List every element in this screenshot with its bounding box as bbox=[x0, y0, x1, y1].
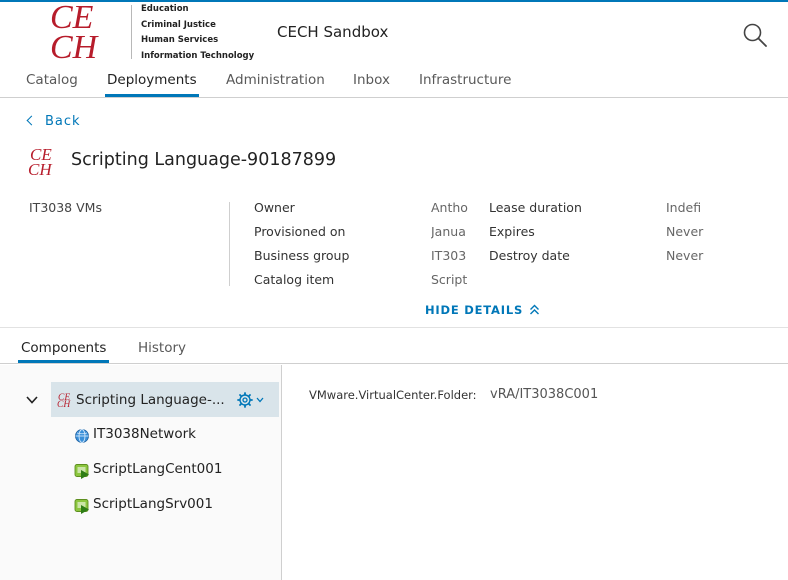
detail-value-destroy-date: Never bbox=[666, 248, 704, 263]
component-tabs: Components History bbox=[0, 328, 788, 364]
nav-tab-infrastructure[interactable]: Infrastructure bbox=[419, 72, 511, 88]
main-nav: Catalog Deployments Administration Inbox… bbox=[0, 62, 788, 98]
detail-label-lease-duration: Lease duration bbox=[489, 200, 582, 215]
chevron-left-icon bbox=[26, 115, 37, 126]
cech-logo[interactable]: CE CH bbox=[48, 2, 132, 60]
property-label: VMware.VirtualCenter.Folder: bbox=[309, 388, 477, 402]
detail-label-destroy-date: Destroy date bbox=[489, 248, 570, 263]
detail-value-expires: Never bbox=[666, 224, 704, 239]
vm-icon bbox=[74, 464, 89, 479]
vm-icon bbox=[74, 499, 89, 514]
gear-icon[interactable] bbox=[237, 392, 267, 408]
chevron-down-icon[interactable] bbox=[25, 395, 39, 405]
nav-tab-deployments[interactable]: Deployments bbox=[107, 72, 197, 88]
tab-history[interactable]: History bbox=[138, 340, 186, 356]
back-label: Back bbox=[45, 114, 81, 129]
logo-line: Education bbox=[141, 4, 189, 14]
nav-tab-administration[interactable]: Administration bbox=[226, 72, 325, 88]
detail-label-provisioned-on: Provisioned on bbox=[254, 224, 346, 239]
cech-logo-icon: CE CH bbox=[28, 146, 53, 176]
nav-tab-inbox[interactable]: Inbox bbox=[353, 72, 390, 88]
detail-value-business-group: IT303 bbox=[431, 248, 467, 263]
cech-logo-icon: CE CH bbox=[57, 393, 71, 407]
app-header: CE CH Education Criminal Justice Human S… bbox=[0, 2, 788, 62]
detail-value-owner: Antho bbox=[431, 200, 468, 215]
app-title: CECH Sandbox bbox=[277, 23, 389, 41]
detail-value-lease-duration: Indefi bbox=[666, 200, 702, 215]
nav-active-indicator bbox=[105, 94, 199, 97]
svg-text:CH: CH bbox=[57, 400, 71, 407]
tree-node-root-label[interactable]: Scripting Language-... bbox=[76, 392, 225, 408]
svg-text:CH: CH bbox=[50, 29, 100, 60]
subtab-active-indicator bbox=[18, 360, 109, 363]
detail-value-catalog-item: Script bbox=[431, 272, 468, 287]
tree-node-network-label: IT3038Network bbox=[93, 426, 196, 442]
hide-details-button[interactable]: HIDE DETAILS bbox=[425, 303, 540, 317]
detail-label-business-group: Business group bbox=[254, 248, 350, 263]
logo-text-lines: Education Criminal Justice Human Service… bbox=[141, 2, 254, 64]
logo-line: Criminal Justice bbox=[141, 19, 216, 30]
nav-tab-catalog[interactable]: Catalog bbox=[26, 72, 78, 88]
detail-label-expires: Expires bbox=[489, 224, 535, 239]
double-chevron-up-icon bbox=[530, 304, 540, 315]
page-title: Scripting Language-90187899 bbox=[71, 150, 337, 170]
details-divider bbox=[229, 202, 230, 286]
logo-line: Human Services bbox=[141, 35, 219, 45]
network-globe-icon bbox=[75, 429, 89, 443]
tab-components[interactable]: Components bbox=[21, 340, 106, 356]
hide-details-label: HIDE DETAILS bbox=[425, 303, 524, 317]
tree-node-vm-label: ScriptLangSrv001 bbox=[93, 496, 213, 512]
tree-node-vm-label: ScriptLangCent001 bbox=[93, 461, 223, 477]
svg-text:CH: CH bbox=[28, 160, 53, 176]
property-value: vRA/IT3038C001 bbox=[490, 387, 599, 402]
detail-value-provisioned-on: Janua bbox=[431, 224, 466, 239]
detail-label-owner: Owner bbox=[254, 200, 295, 215]
deployment-description: IT3038 VMs bbox=[29, 200, 102, 215]
search-icon[interactable] bbox=[742, 22, 768, 48]
logo-divider bbox=[131, 5, 132, 59]
pane-divider[interactable] bbox=[281, 365, 282, 580]
back-link[interactable]: Back bbox=[26, 114, 81, 129]
detail-label-catalog-item: Catalog item bbox=[254, 272, 335, 287]
